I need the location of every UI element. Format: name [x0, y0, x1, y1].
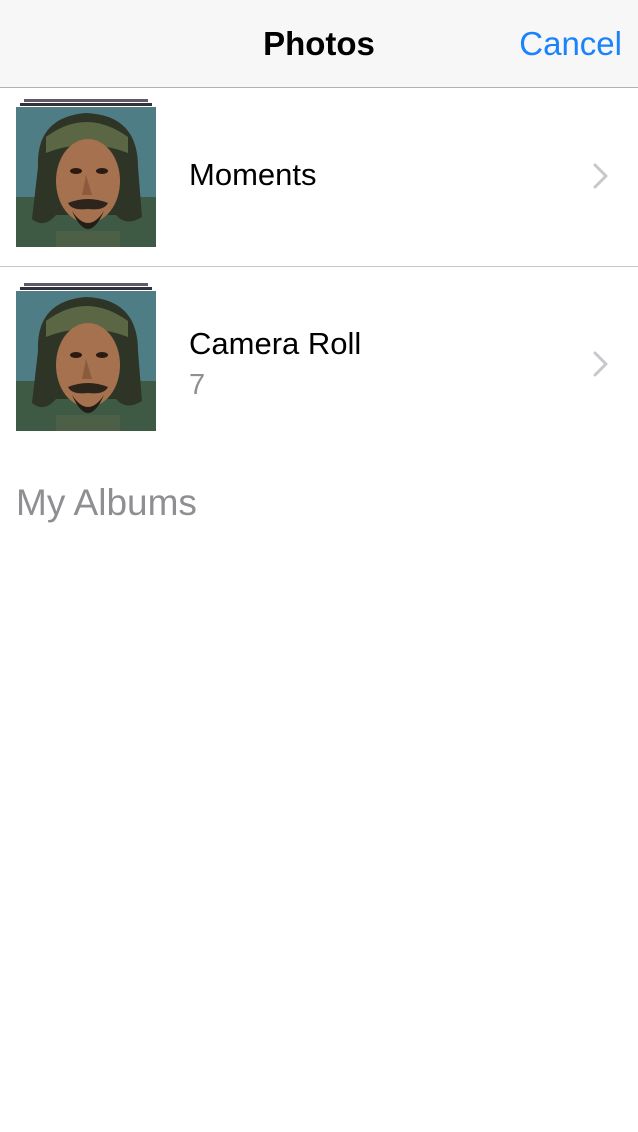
- stack-edge: [24, 99, 148, 102]
- album-title: Moments: [189, 157, 317, 192]
- stack-edge: [24, 283, 148, 286]
- album-row-camera-roll[interactable]: Camera Roll 7: [0, 267, 638, 447]
- stack-edge: [20, 287, 152, 290]
- album-thumbnail-stack: [16, 283, 156, 431]
- chevron-right-icon: [593, 163, 608, 189]
- album-title: Camera Roll: [189, 326, 362, 361]
- photos-album-picker: Photos Cancel Moments Camera Roll 7 My A…: [0, 0, 638, 1132]
- album-thumbnail: [16, 291, 156, 431]
- navigation-bar: Photos Cancel: [0, 0, 638, 88]
- stack-edge: [20, 103, 152, 106]
- album-thumbnail-stack: [16, 99, 156, 247]
- section-header-my-albums: My Albums: [16, 482, 197, 523]
- portrait-photo: [16, 291, 156, 431]
- album-thumbnail: [16, 107, 156, 247]
- portrait-photo: [16, 107, 156, 247]
- cancel-button[interactable]: Cancel: [519, 24, 622, 64]
- album-photo-count: 7: [189, 369, 206, 401]
- chevron-right-icon: [593, 351, 608, 377]
- album-row-moments[interactable]: Moments: [0, 89, 638, 266]
